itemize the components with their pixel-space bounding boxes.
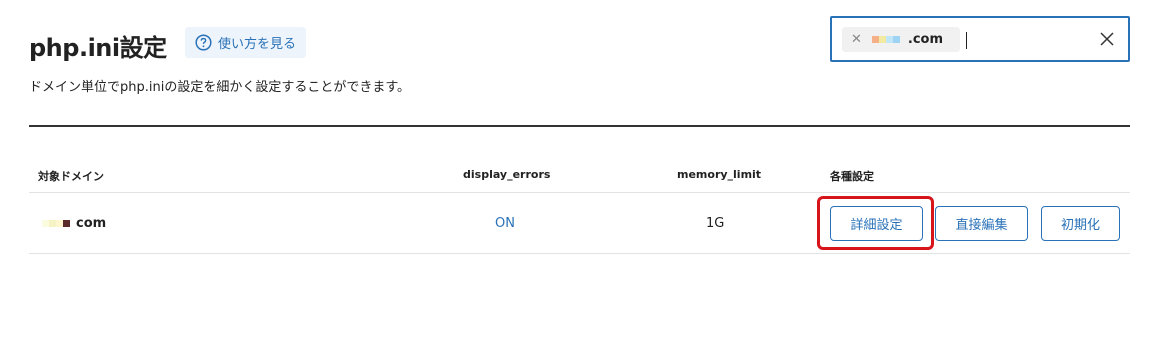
chip-redacted-text xyxy=(871,36,900,43)
header-row-line xyxy=(29,192,1130,193)
chip-remove-icon[interactable]: ✕ xyxy=(851,32,862,47)
question-circle-icon xyxy=(195,34,212,51)
display-errors-value: ON xyxy=(495,216,515,231)
page-description: ドメイン単位でphp.iniの設定を細かく設定することができます。 xyxy=(29,80,411,95)
header-divider xyxy=(29,125,1130,127)
reset-button[interactable]: 初期化 xyxy=(1041,206,1120,241)
column-header-memory-limit: memory_limit xyxy=(677,168,762,181)
row-bottom-line xyxy=(29,253,1130,254)
domain-cell: com xyxy=(42,216,106,231)
text-caret xyxy=(966,32,967,49)
page-title: php.ini設定 xyxy=(29,34,167,62)
help-button[interactable]: 使い方を見る xyxy=(185,27,306,58)
redacted-domain xyxy=(42,220,70,227)
column-header-display-errors: display_errors xyxy=(463,168,551,181)
help-button-label: 使い方を見る xyxy=(218,37,297,52)
domain-search[interactable]: ✕ .com xyxy=(830,16,1130,62)
search-chip: ✕ .com xyxy=(842,27,960,52)
column-header-settings: 各種設定 xyxy=(830,170,874,183)
clear-icon[interactable] xyxy=(1098,30,1116,48)
detail-settings-button[interactable]: 詳細設定 xyxy=(830,206,923,241)
memory-limit-value: 1G xyxy=(706,216,725,231)
column-header-domain: 対象ドメイン xyxy=(38,170,104,183)
chip-label: .com xyxy=(907,32,944,47)
domain-name: com xyxy=(76,216,107,231)
direct-edit-button[interactable]: 直接編集 xyxy=(935,206,1028,241)
